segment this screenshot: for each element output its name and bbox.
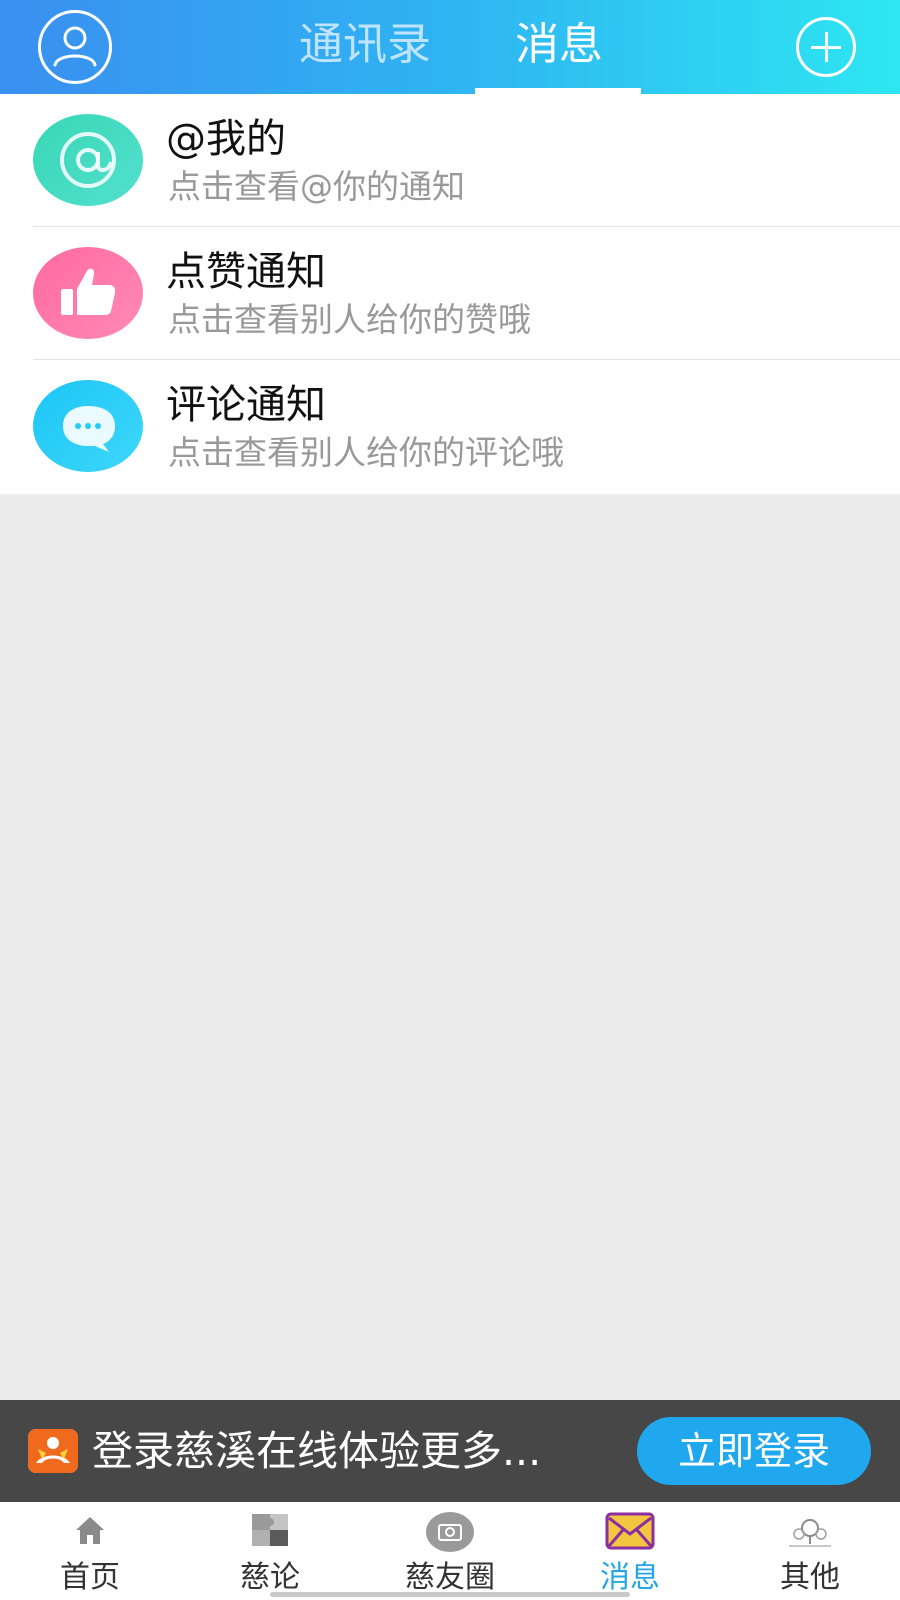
nav-other[interactable]: 其他: [720, 1502, 900, 1600]
envelope-icon: [605, 1512, 655, 1550]
tab-contacts[interactable]: 通讯录: [280, 14, 450, 76]
list-item-at-me[interactable]: @我的 点击查看@你的通知: [0, 94, 900, 227]
row-title: 点赞通知: [166, 249, 326, 295]
puzzle-icon: [252, 1514, 288, 1546]
tab-messages[interactable]: 消息: [476, 14, 642, 76]
row-subtitle: 点击查看别人给你的评论哦: [168, 433, 564, 472]
camera-icon: [426, 1512, 474, 1552]
top-bar: 通讯录 消息: [0, 0, 900, 94]
row-subtitle: 点击查看别人给你的赞哦: [168, 300, 531, 339]
chat-bubble-icon: [33, 380, 143, 472]
nav-label: 消息: [600, 1560, 660, 1595]
nav-label: 慈论: [240, 1560, 300, 1595]
home-indicator: [270, 1592, 630, 1597]
nav-home[interactable]: 首页: [0, 1502, 180, 1600]
list-item-likes[interactable]: 点赞通知 点击查看别人给你的赞哦: [0, 227, 900, 360]
nav-label: 其他: [780, 1560, 840, 1595]
add-button[interactable]: [796, 17, 856, 77]
list-item-comments[interactable]: 评论通知 点击查看别人给你的评论哦: [0, 360, 900, 493]
nav-cilun[interactable]: 慈论: [180, 1502, 360, 1600]
login-banner: 登录慈溪在线体验更多... 立即登录: [0, 1400, 900, 1502]
map-pin-icon: [789, 1519, 831, 1547]
banner-text: 登录慈溪在线体验更多...: [92, 1427, 542, 1475]
row-title: 评论通知: [166, 382, 326, 428]
bottom-nav: 首页 慈论 慈友圈 消息 其他: [0, 1502, 900, 1600]
message-list: @我的 点击查看@你的通知 点赞通知 点击查看别人给你的赞哦 评论通知 点击查看…: [0, 94, 900, 494]
nav-label: 首页: [60, 1560, 120, 1595]
row-subtitle: 点击查看@你的通知: [168, 167, 465, 206]
app-logo-icon: [28, 1429, 78, 1473]
profile-button[interactable]: [38, 10, 112, 84]
row-title: @我的: [166, 116, 286, 162]
at-icon: [33, 114, 143, 206]
nav-ciyouquan[interactable]: 慈友圈: [360, 1502, 540, 1600]
login-button[interactable]: 立即登录: [637, 1417, 871, 1485]
nav-label: 慈友圈: [405, 1560, 495, 1595]
nav-messages[interactable]: 消息: [540, 1502, 720, 1600]
thumbs-up-icon: [33, 247, 143, 339]
user-icon: [53, 26, 97, 67]
home-icon: [76, 1517, 104, 1544]
